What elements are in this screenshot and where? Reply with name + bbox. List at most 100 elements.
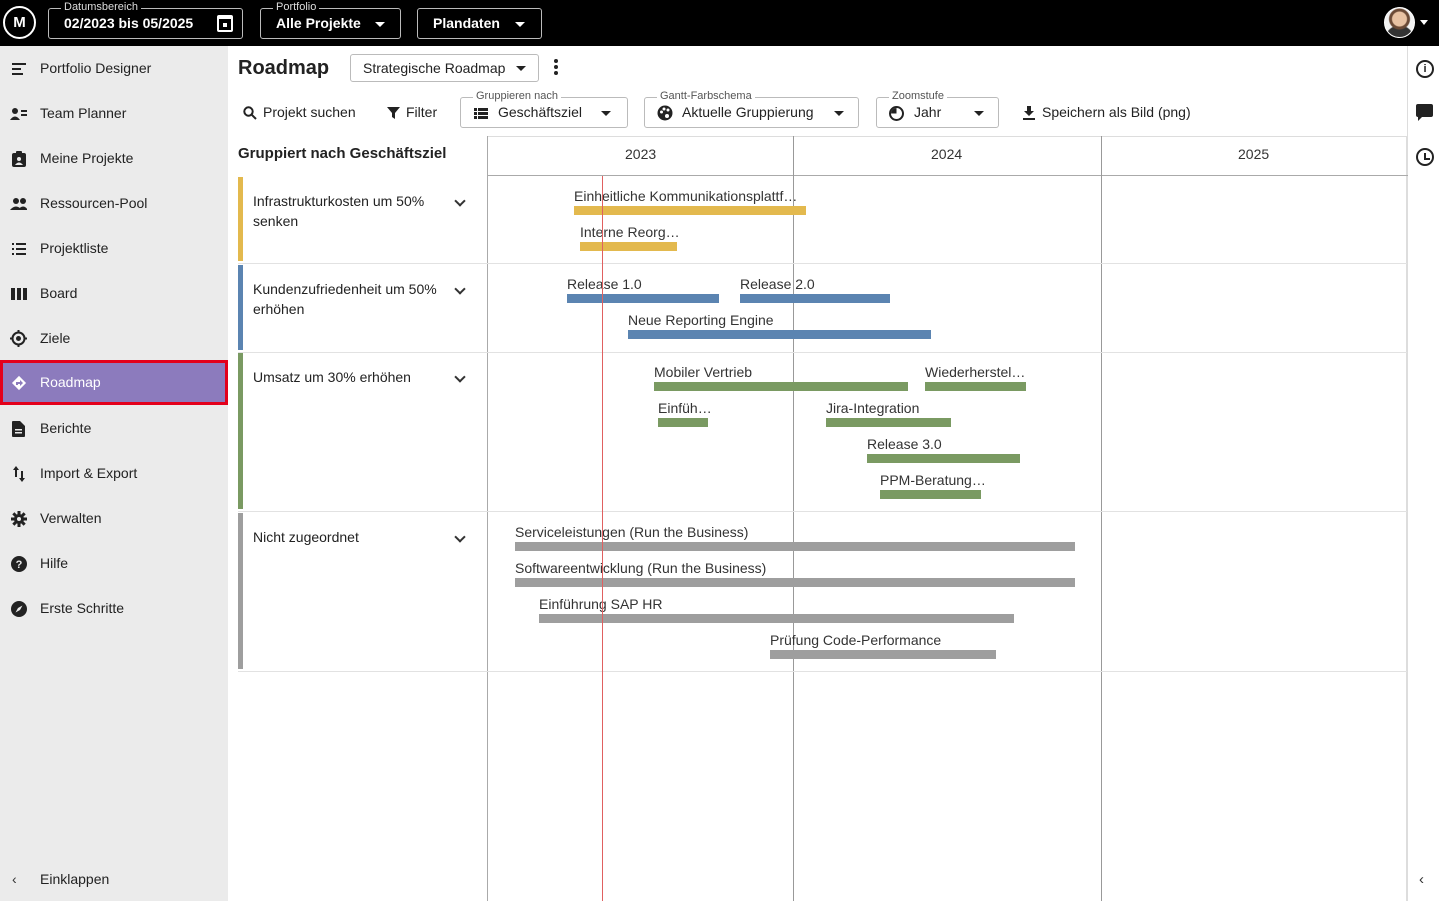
- sidebar-item-help[interactable]: ? Hilfe: [0, 541, 228, 586]
- data-mode-select[interactable]: Plandaten: [417, 8, 542, 39]
- info-icon[interactable]: i: [1416, 60, 1434, 78]
- group-row[interactable]: Infrastrukturkosten um 50% senken: [238, 177, 471, 261]
- collapse-label: Einklappen: [40, 871, 110, 887]
- bar-label: PPM-Beratung…: [880, 472, 986, 488]
- project-search-button[interactable]: Projekt suchen: [243, 102, 363, 124]
- chevron-left-icon: ‹: [12, 871, 17, 887]
- sidebar-item-label: Ressourcen-Pool: [40, 195, 148, 211]
- roadmap-select[interactable]: Strategische Roadmap: [350, 54, 539, 82]
- chevron-left-icon[interactable]: ‹: [1419, 871, 1424, 888]
- chevron-down-icon: [375, 22, 385, 27]
- sidebar-item-import-export[interactable]: Import & Export: [0, 451, 228, 496]
- bar-label: Interne Reorg…: [580, 224, 680, 240]
- sidebar-item-my-projects[interactable]: Meine Projekte: [0, 136, 228, 181]
- my-projects-icon: [10, 150, 27, 167]
- gantt-bar[interactable]: [658, 418, 708, 427]
- sidebar-item-roadmap[interactable]: Roadmap: [0, 360, 228, 405]
- gantt-bar[interactable]: [539, 614, 1014, 623]
- bar-label: Softwareentwicklung (Run the Business): [515, 560, 767, 576]
- sidebar-item-resource-pool[interactable]: Ressourcen-Pool: [0, 181, 228, 226]
- history-icon[interactable]: [1416, 148, 1434, 166]
- gantt-bar[interactable]: [770, 650, 996, 659]
- group-row[interactable]: Umsatz um 30% erhöhen: [238, 353, 471, 509]
- filter-label: Filter: [406, 104, 438, 120]
- sidebar-item-board[interactable]: Board: [0, 271, 228, 316]
- gantt-bar[interactable]: [654, 382, 908, 391]
- more-options-icon[interactable]: [554, 59, 558, 75]
- top-bar: M Datumsbereich 02/2023 bis 05/2025 Port…: [0, 0, 1439, 46]
- date-range-legend: Datumsbereich: [61, 1, 141, 14]
- gantt-bar[interactable]: [628, 330, 931, 339]
- gantt-bar[interactable]: [567, 294, 719, 303]
- gear-icon: [10, 510, 27, 527]
- sidebar-item-label: Board: [40, 285, 78, 301]
- gantt-bar[interactable]: [867, 454, 1020, 463]
- gantt-bar[interactable]: [580, 242, 677, 251]
- import-export-icon: [10, 465, 27, 482]
- year-label: 2024: [931, 146, 963, 162]
- gantt-frame: [487, 136, 1408, 137]
- gantt-bar[interactable]: [515, 542, 1075, 551]
- chevron-down-icon[interactable]: [454, 531, 466, 543]
- gantt-bar[interactable]: [574, 206, 806, 215]
- zoom-legend: Zoomstufe: [889, 90, 947, 103]
- list-icon: [474, 108, 488, 119]
- sidebar-item-label: Projektliste: [40, 240, 109, 256]
- portfolio-legend: Portfolio: [273, 1, 320, 14]
- sidebar-item-project-list[interactable]: Projektliste: [0, 226, 228, 271]
- sidebar-item-label: Ziele: [40, 330, 71, 346]
- sidebar-item-portfolio-designer[interactable]: Portfolio Designer: [0, 46, 228, 91]
- portfolio-select[interactable]: Portfolio Alle Projekte: [260, 1, 401, 39]
- filter-button[interactable]: Filter: [387, 102, 442, 124]
- compass-icon: [10, 600, 27, 617]
- gantt-bar[interactable]: [826, 418, 951, 427]
- row-divider: [238, 671, 1407, 672]
- row-divider: [238, 511, 1407, 512]
- user-avatar[interactable]: [1384, 7, 1415, 38]
- target-icon: [10, 330, 27, 347]
- group-row[interactable]: Kundenzufriedenheit um 50% erhöhen: [238, 265, 471, 350]
- gantt-bar[interactable]: [515, 578, 1075, 587]
- app-logo[interactable]: M: [3, 6, 36, 39]
- people-icon: [10, 195, 27, 212]
- chevron-down-icon: [834, 111, 844, 116]
- group-by-select[interactable]: Gruppieren nach Geschäftsziel: [460, 90, 628, 128]
- chevron-down-icon[interactable]: [454, 283, 466, 295]
- chevron-down-icon[interactable]: [454, 195, 466, 207]
- gantt-header-line: [487, 175, 1408, 176]
- project-search-label: Projekt suchen: [263, 104, 356, 120]
- chevron-down-icon: [515, 22, 525, 27]
- sidebar-collapse-button[interactable]: ‹ Einklappen: [0, 861, 228, 897]
- sidebar-item-admin[interactable]: Verwalten: [0, 496, 228, 541]
- gantt-bar[interactable]: [880, 490, 981, 499]
- zoom-select[interactable]: Zoomstufe Jahr: [876, 90, 999, 128]
- bar-label: Neue Reporting Engine: [628, 312, 774, 328]
- sidebar-item-label: Import & Export: [40, 465, 138, 481]
- gantt-divider: [1406, 136, 1407, 901]
- group-by-value: Geschäftsziel: [498, 104, 583, 120]
- group-color-stripe: [238, 513, 243, 669]
- comments-icon[interactable]: [1416, 104, 1433, 121]
- sidebar-item-team-planner[interactable]: Team Planner: [0, 91, 228, 136]
- chevron-down-icon[interactable]: [454, 371, 466, 383]
- chevron-down-icon[interactable]: [1420, 20, 1428, 25]
- group-name: Nicht zugeordnet: [253, 529, 359, 545]
- sidebar-item-goals[interactable]: Ziele: [0, 316, 228, 361]
- sidebar-item-reports[interactable]: Berichte: [0, 406, 228, 451]
- calendar-icon[interactable]: [217, 15, 233, 32]
- gantt-bar[interactable]: [925, 382, 1026, 391]
- date-range-picker[interactable]: Datumsbereich 02/2023 bis 05/2025: [48, 1, 243, 39]
- sidebar-item-label: Portfolio Designer: [40, 60, 152, 76]
- save-as-image-button[interactable]: Speichern als Bild (png): [1023, 102, 1203, 124]
- sidebar-item-label: Erste Schritte: [40, 600, 125, 616]
- group-color-stripe: [238, 265, 243, 350]
- color-scheme-select[interactable]: Gantt-Farbschema Aktuelle Gruppierung: [644, 90, 859, 128]
- bar-label: Prüfung Code-Performance: [770, 632, 942, 648]
- bar-label: Einheitliche Kommunikationsplattf…: [574, 188, 798, 204]
- sidebar-item-first-steps[interactable]: Erste Schritte: [0, 586, 228, 631]
- group-row[interactable]: Nicht zugeordnet: [238, 513, 471, 669]
- group-by-legend: Gruppieren nach: [473, 90, 561, 103]
- group-name: Umsatz um 30% erhöhen: [253, 369, 411, 385]
- gantt-bar[interactable]: [740, 294, 890, 303]
- page-title: Roadmap: [238, 57, 330, 79]
